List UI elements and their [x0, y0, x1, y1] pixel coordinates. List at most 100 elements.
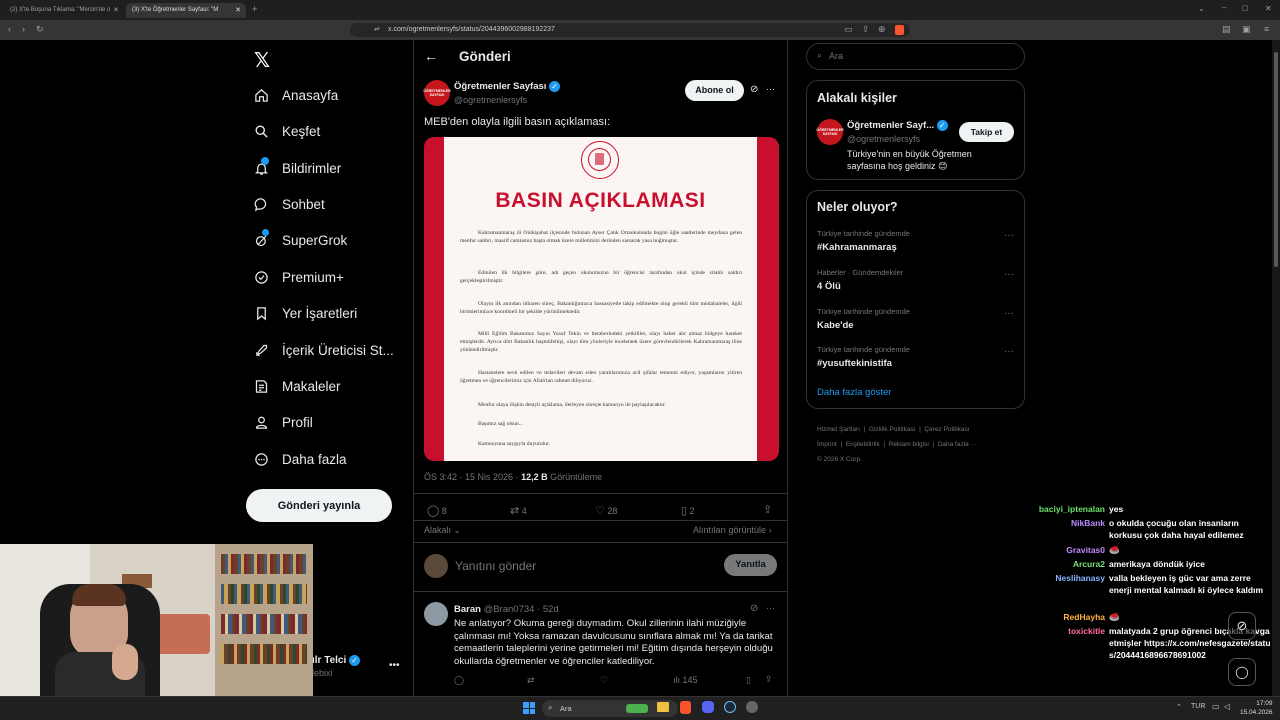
more-icon[interactable]: •••: [389, 660, 400, 671]
new-tab-icon[interactable]: +: [252, 4, 257, 14]
more-icon[interactable]: ···: [766, 603, 775, 613]
repost-icon[interactable]: ⇄: [527, 675, 535, 686]
brave-shield-icon[interactable]: [895, 25, 904, 35]
tray-chevron-icon[interactable]: ⌃: [1176, 703, 1182, 711]
subscribe-button[interactable]: Abone ol: [685, 80, 744, 101]
windows-start-icon[interactable]: [523, 702, 535, 714]
footer-link[interactable]: Reklam bilgisi: [889, 441, 929, 448]
maximize-icon[interactable]: ▢: [1242, 4, 1249, 12]
grok-icon[interactable]: ⊘: [750, 84, 758, 95]
bookmark-action[interactable]: ▯ 2: [681, 504, 695, 517]
more-icon[interactable]: ···: [1004, 230, 1014, 241]
view-quotes-link[interactable]: Alıntıları görüntüle ›: [693, 525, 772, 535]
search-box[interactable]: ⌕ Ara: [806, 43, 1025, 70]
follow-button[interactable]: Takip et: [959, 122, 1014, 142]
chevron-down-icon[interactable]: ⌄: [1198, 4, 1205, 13]
obs-icon[interactable]: [746, 701, 758, 713]
show-more-link[interactable]: Daha fazla göster: [817, 387, 891, 398]
share-icon[interactable]: ⇪: [862, 24, 870, 35]
nav-bookmarks[interactable]: Yer İşaretleri: [253, 301, 357, 325]
like-action[interactable]: ♡ 28: [595, 504, 617, 517]
repost-action[interactable]: ⇄ 4: [510, 504, 527, 517]
nav-premium[interactable]: Premium+: [253, 265, 344, 289]
nav-creator-studio[interactable]: İçerik Üreticisi St...: [253, 338, 394, 362]
close-icon[interactable]: ✕: [235, 6, 241, 14]
messages-floating-button[interactable]: ◯: [1228, 658, 1256, 686]
post-image[interactable]: BASIN AÇIKLAMASI Kahramanmaraş ili Oniki…: [424, 137, 779, 461]
forward-icon[interactable]: ›: [22, 24, 25, 34]
nav-supergrok[interactable]: SuperGrok: [253, 228, 347, 252]
author-name-row[interactable]: Öğretmenler Sayfası ✓: [454, 81, 561, 92]
clock[interactable]: 17:09 15.04.2026: [1240, 699, 1273, 717]
footer-link[interactable]: Hizmet Şartları: [817, 426, 860, 433]
reload-icon[interactable]: ↻: [36, 24, 44, 35]
nav-profile[interactable]: Profil: [253, 410, 313, 434]
sort-dropdown[interactable]: Alakalı ⌄: [424, 525, 461, 536]
browser-tab-active[interactable]: (3) X'te Öğretmenler Sayfası: "M ✕: [126, 3, 246, 18]
trend-item[interactable]: Haberler · Gündemdekiler 4 Ölü: [817, 268, 903, 292]
reply-input[interactable]: Yanıtını gönder: [455, 559, 536, 573]
x-logo-icon[interactable]: 𝕏: [254, 48, 270, 73]
footer-link[interactable]: Erişilebilirlik: [846, 441, 880, 448]
close-window-icon[interactable]: ✕: [1265, 4, 1272, 13]
nav-explore[interactable]: Keşfet: [253, 119, 320, 143]
menu-icon[interactable]: ≡: [1264, 24, 1269, 34]
reply-header[interactable]: Baran @Bran0734 · 52d: [454, 604, 559, 615]
more-icon[interactable]: ···: [766, 84, 775, 94]
file-explorer-icon[interactable]: [657, 702, 669, 712]
back-arrow-icon[interactable]: ←: [424, 48, 438, 64]
share-icon[interactable]: ⇪: [763, 503, 772, 516]
grok-floating-button[interactable]: ⊘: [1228, 612, 1256, 640]
nav-more[interactable]: Daha fazla: [253, 447, 347, 471]
post-button[interactable]: Gönderi yayınla: [246, 489, 392, 522]
language-indicator[interactable]: TUR: [1191, 703, 1205, 710]
brave-icon[interactable]: [680, 701, 691, 714]
footer-link[interactable]: Gizlilik Politikası: [869, 426, 916, 433]
nav-chat[interactable]: Sohbet: [253, 192, 325, 216]
share-icon[interactable]: ⇪: [765, 674, 773, 685]
author-handle[interactable]: @ogretmenlersyfs: [454, 95, 527, 105]
steam-icon[interactable]: [724, 701, 736, 713]
nav-home[interactable]: Anasayfa: [253, 83, 338, 107]
search-input[interactable]: Ara: [829, 51, 843, 61]
volume-icon[interactable]: ◁: [1224, 702, 1230, 711]
views-action[interactable]: ılı 145: [673, 675, 698, 685]
url-field[interactable]: ⇌ x.com/ogretmenlersyfs/status/204439600…: [350, 23, 910, 37]
site-info-icon[interactable]: ⇌: [374, 25, 380, 33]
footer-link[interactable]: İmprint: [817, 441, 837, 448]
related-avatar[interactable]: ÖĞRETMENLER SAYFASI: [816, 119, 844, 145]
my-avatar[interactable]: [424, 554, 448, 578]
nav-notifications[interactable]: Bildirimler: [253, 156, 341, 180]
zoom-icon[interactable]: ⊕: [878, 24, 886, 35]
bookmark-icon[interactable]: ▯: [746, 675, 751, 686]
trend-item[interactable]: Türkiye tarihinde gündemde Kabe'de: [817, 307, 910, 331]
sidebar-icon[interactable]: ▤: [1222, 24, 1231, 35]
back-icon[interactable]: ‹: [8, 24, 11, 34]
author-avatar[interactable]: ÖĞRETMENLER SAYFASI: [423, 80, 451, 106]
more-icon[interactable]: ···: [1004, 308, 1014, 319]
reply-icon[interactable]: ◯: [454, 675, 464, 686]
reader-icon[interactable]: ▭: [844, 24, 853, 35]
reply-button[interactable]: Yanıtla: [724, 554, 777, 576]
heart-icon[interactable]: ♡: [600, 675, 608, 686]
reply-avatar[interactable]: [424, 602, 448, 626]
nav-articles[interactable]: Makaleler: [253, 374, 341, 398]
more-icon[interactable]: ···: [1004, 346, 1014, 357]
close-icon[interactable]: ✕: [113, 6, 119, 14]
grok-icon[interactable]: ⊘: [750, 603, 758, 614]
scrollbar[interactable]: [1272, 40, 1280, 696]
footer-link[interactable]: Çerez Politikası: [924, 426, 969, 433]
more-icon[interactable]: ···: [1004, 269, 1014, 280]
reply-action[interactable]: ◯ 8: [427, 504, 447, 517]
discord-icon[interactable]: [702, 701, 714, 713]
browser-tab[interactable]: (2) X'te Boşuna Tıklama: "Mersin'de o ✕: [4, 3, 124, 18]
network-icon[interactable]: ▭: [1212, 702, 1220, 711]
minimize-icon[interactable]: –: [1222, 3, 1226, 12]
scrollbar-thumb[interactable]: [1274, 52, 1278, 267]
trend-item[interactable]: Türkiye tarihinde gündemde #Kahramanmara…: [817, 229, 910, 253]
account-switcher[interactable]: ılr Telci ✓ lebixi: [312, 655, 361, 678]
footer-link[interactable]: Daha fazla ···: [938, 441, 977, 448]
wallet-icon[interactable]: ▣: [1242, 24, 1251, 35]
trend-item[interactable]: Türkiye tarihinde gündemde #yusuftekinis…: [817, 345, 910, 369]
related-name-row[interactable]: Öğretmenler Sayf... ✓: [847, 120, 948, 131]
